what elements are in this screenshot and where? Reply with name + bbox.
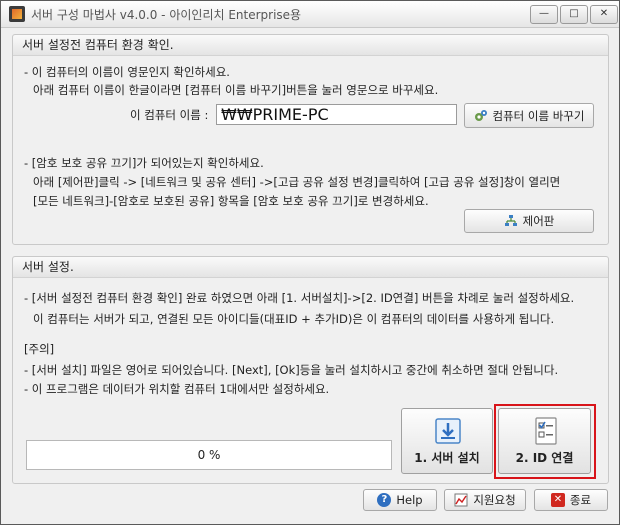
install-progress-bar: 0 %	[26, 440, 392, 470]
minimize-button[interactable]: —	[530, 5, 558, 24]
instruction-text: - [암호 보호 공유 끄기]가 되어있는지 확인하세요.	[24, 156, 264, 170]
gears-icon	[474, 109, 488, 123]
panel-title: 서버 설정전 컴퓨터 환경 확인.	[13, 35, 608, 56]
highlight-box	[494, 404, 596, 479]
exit-button[interactable]: ✕ 종료	[534, 489, 608, 511]
instruction-text: 아래 [제어판]클릭 -> [네트워크 및 공유 센터] ->[고급 공유 설정…	[33, 175, 561, 189]
control-panel-label: 제어판	[522, 214, 555, 228]
instruction-text: [모든 네트워크]-[암호로 보호된 공유] 항목을 [암호 보호 공유 끄기]…	[33, 194, 429, 208]
computer-name-field[interactable]: ₩₩PRIME-PC	[216, 104, 457, 125]
rename-computer-button[interactable]: 컴퓨터 이름 바꾸기	[464, 103, 594, 128]
help-button[interactable]: ? Help	[363, 489, 437, 511]
download-icon	[433, 417, 463, 445]
server-setup-panel: 서버 설정. - [서버 설정전 컴퓨터 환경 확인] 완료 하였으면 아래 […	[12, 256, 609, 484]
support-request-button[interactable]: 지원요청	[444, 489, 526, 511]
panel-title: 서버 설정.	[13, 257, 608, 278]
instruction-text: - 이 컴퓨터의 이름이 영문인지 확인하세요.	[24, 65, 230, 79]
rename-button-label: 컴퓨터 이름 바꾸기	[492, 108, 585, 123]
close-button[interactable]: ✕	[590, 5, 618, 24]
note-title: [주의]	[24, 342, 55, 356]
wizard-window: 서버 구성 마법사 v4.0.0 - 아이인리치 Enterprise용 — □…	[0, 0, 620, 525]
help-icon: ?	[377, 493, 392, 507]
progress-text: 0 %	[197, 448, 221, 462]
control-panel-button[interactable]: 제어판	[464, 209, 594, 233]
support-label: 지원요청	[473, 493, 516, 507]
window-title: 서버 구성 마법사 v4.0.0 - 아이인리치 Enterprise용	[31, 8, 302, 22]
close-box-icon: ✕	[550, 493, 565, 507]
environment-check-panel: 서버 설정전 컴퓨터 환경 확인. - 이 컴퓨터의 이름이 영문인지 확인하세…	[12, 34, 609, 245]
instruction-text: 이 컴퓨터는 서버가 되고, 연결된 모든 아이디들(대표ID + 추가ID)은…	[33, 312, 555, 326]
install-button-label: 1. 서버 설치	[414, 451, 480, 465]
instruction-text: - [서버 설정전 컴퓨터 환경 확인] 완료 하였으면 아래 [1. 서버설치…	[24, 291, 575, 305]
note-text: - [서버 설치] 파일은 영어로 되어있습니다. [Next], [Ok]등을…	[24, 363, 559, 377]
server-install-button[interactable]: 1. 서버 설치	[401, 408, 493, 474]
app-icon	[9, 6, 25, 22]
title-bar: 서버 구성 마법사 v4.0.0 - 아이인리치 Enterprise용 — □…	[1, 1, 619, 28]
instruction-text: 아래 컴퓨터 이름이 한글이라면 [컴퓨터 이름 바꾸기]버튼을 눌러 영문으로…	[33, 83, 439, 97]
note-text: - 이 프로그램은 데이터가 위치할 컴퓨터 1대에서만 설정하세요.	[24, 382, 330, 396]
exit-label: 종료	[569, 493, 592, 507]
help-label: Help	[396, 493, 423, 507]
maximize-button[interactable]: □	[560, 5, 588, 24]
computer-name-label: 이 컴퓨터 이름 :	[130, 108, 209, 122]
chart-icon	[454, 493, 468, 507]
network-icon	[504, 214, 518, 228]
